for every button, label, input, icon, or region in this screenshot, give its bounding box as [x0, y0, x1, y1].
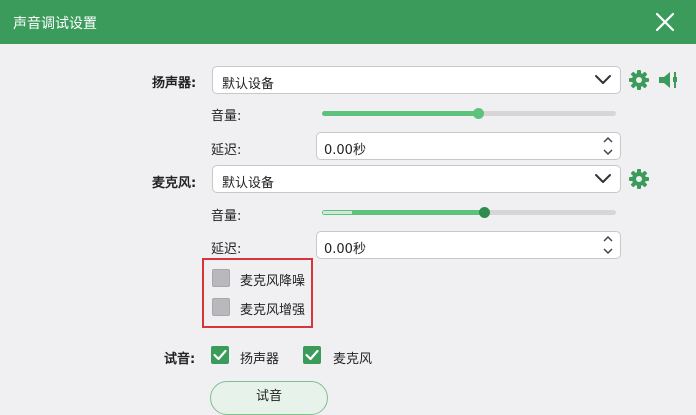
microphone-delay-spinbox[interactable]: 0.00秒: [316, 231, 621, 259]
check-icon: [213, 349, 227, 361]
test-speaker-checkbox[interactable]: [211, 346, 229, 364]
speaker-device-select[interactable]: 默认设备: [212, 66, 621, 94]
microphone-volume-slider[interactable]: [322, 207, 616, 218]
microphone-gear-icon[interactable]: [628, 168, 650, 190]
close-icon[interactable]: [652, 9, 678, 35]
speaker-label: 扬声器:: [152, 76, 197, 91]
dialog-title: 声音调试设置: [13, 16, 97, 32]
microphone-volume-thumb[interactable]: [478, 207, 490, 218]
microphone-volume-label: 音量:: [211, 209, 242, 224]
chevron-up-icon[interactable]: [602, 135, 614, 145]
test-label: 试音:: [164, 352, 196, 367]
microphone-delay-value: 0.00秒: [324, 242, 366, 257]
chevron-down-icon[interactable]: [602, 246, 614, 256]
microphone-label: 麦克风:: [152, 176, 197, 191]
microphone-device-select[interactable]: 默认设备: [212, 165, 621, 193]
speaker-delay-spinbox[interactable]: 0.00秒: [316, 132, 621, 160]
noise-reduction-label: 麦克风降噪: [240, 274, 306, 289]
speaker-volume-fill: [322, 111, 478, 116]
test-speaker-label: 扬声器: [240, 352, 280, 367]
speaker-volume-label: 音量:: [211, 109, 242, 124]
speaker-volume-slider[interactable]: [322, 108, 616, 119]
microphone-input-level: [323, 211, 353, 214]
sound-settings-dialog: 声音调试设置 扬声器: 默认设备 音量: 延迟: 0.00秒 麦克风: 默认设备…: [0, 0, 696, 415]
chevron-down-icon: [595, 75, 611, 84]
speaker-gear-icon[interactable]: [628, 69, 650, 91]
speaker-delay-label: 延迟:: [211, 143, 242, 158]
speaker-device-value: 默认设备: [222, 77, 275, 92]
title-bar: 声音调试设置: [0, 0, 696, 44]
chevron-up-icon[interactable]: [602, 234, 614, 244]
speaker-volume-thumb[interactable]: [472, 108, 484, 119]
test-sound-button[interactable]: 试音: [210, 381, 328, 415]
check-icon: [305, 349, 319, 361]
speaker-delay-value: 0.00秒: [324, 143, 366, 158]
volume-icon[interactable]: [656, 69, 682, 91]
chevron-down-icon[interactable]: [602, 147, 614, 157]
microphone-device-value: 默认设备: [222, 176, 275, 191]
test-microphone-checkbox[interactable]: [303, 346, 321, 364]
microphone-delay-label: 延迟:: [211, 242, 242, 257]
noise-reduction-checkbox[interactable]: [212, 269, 230, 287]
enhance-checkbox[interactable]: [212, 298, 230, 316]
enhance-label: 麦克风增强: [240, 303, 306, 318]
chevron-down-icon: [595, 174, 611, 183]
test-microphone-label: 麦克风: [333, 352, 373, 367]
